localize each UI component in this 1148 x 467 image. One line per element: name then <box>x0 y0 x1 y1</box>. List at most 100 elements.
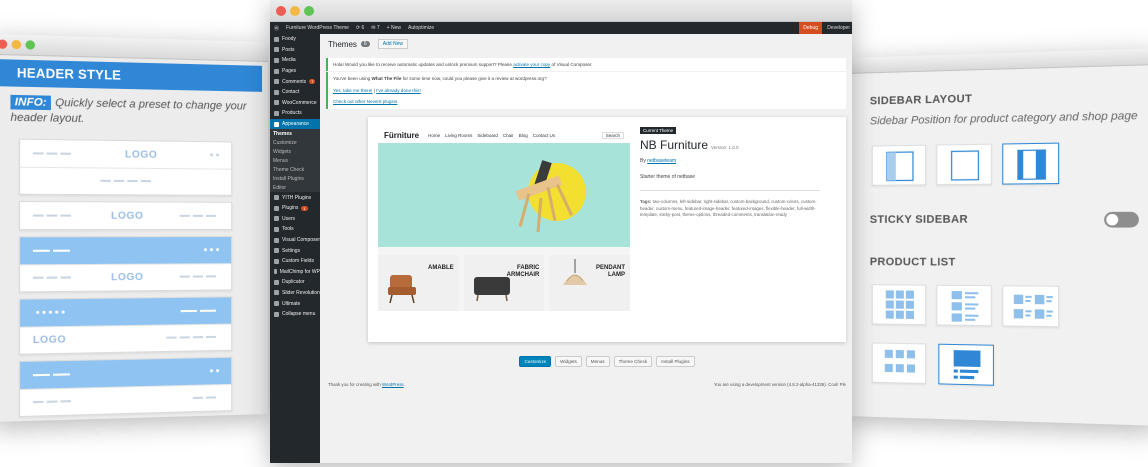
header-preset-5[interactable] <box>19 356 233 418</box>
menu-item-collapse[interactable]: Collapse menu <box>270 309 320 320</box>
header-preset-1[interactable]: LOGO <box>19 138 233 196</box>
icon-dots <box>201 241 220 259</box>
submenu-customize[interactable]: Customize <box>270 138 320 148</box>
add-new-button[interactable]: Add New <box>377 39 408 49</box>
footer-version: You are using a development version (4.8… <box>713 382 846 387</box>
wordpress-link[interactable]: WordPress <box>382 382 404 387</box>
plug-icon <box>274 205 279 211</box>
menu-item-visual-composer[interactable]: Visual Composer <box>270 235 320 246</box>
activate-copy-link[interactable]: activate your copy <box>513 62 550 67</box>
submenu-editor[interactable]: Editor <box>270 183 320 193</box>
submenu-theme-check[interactable]: Theme Check <box>270 165 320 175</box>
wp-logo-icon <box>274 36 279 42</box>
grid-layout-icon <box>885 290 914 319</box>
small-grid-layout-icon <box>884 349 915 373</box>
menu-item-mailchimp[interactable]: MailChimp for WP <box>270 267 320 278</box>
product-single-option[interactable] <box>938 343 994 386</box>
header-preset-6[interactable]: LOGO <box>19 417 233 423</box>
minimize-window-button[interactable] <box>290 5 300 16</box>
maximize-window-button[interactable] <box>25 40 36 50</box>
menu-item-woocommerce[interactable]: WooCommerce <box>270 98 320 109</box>
list-layout-icon <box>951 290 979 322</box>
submenu-widgets[interactable]: Widgets <box>270 147 320 157</box>
menu-item-pages[interactable]: Pages <box>270 66 320 77</box>
install-plugins-button[interactable]: Install Plugins <box>656 356 695 367</box>
menu-item-tools[interactable]: Tools <box>270 224 320 235</box>
product-small-grid-option[interactable] <box>871 342 927 385</box>
header-preset-3[interactable]: LOGO <box>19 236 233 293</box>
menus-button[interactable]: Menus <box>585 356 610 367</box>
other-plugins-link[interactable]: Check out other Never5 plugins <box>333 99 397 104</box>
fields-icon <box>274 258 279 264</box>
menu-item-custom-fields[interactable]: Custom Fields <box>270 256 320 267</box>
product-grid-list-option[interactable] <box>1002 285 1060 328</box>
page-icon <box>274 68 279 74</box>
updates-link[interactable]: ⟳ 6 <box>356 25 364 31</box>
menu-item-foody[interactable]: Foody <box>270 34 320 45</box>
menu-item-comments[interactable]: Comments 7 <box>270 76 320 87</box>
preview-search: Search <box>601 131 624 139</box>
page-title: Themes <box>328 39 357 49</box>
menu-item-media[interactable]: Media <box>270 55 320 66</box>
developer-link[interactable]: Developer <box>827 22 850 34</box>
logo-placeholder: LOGO <box>32 334 67 347</box>
debug-badge[interactable]: Debug <box>799 22 822 34</box>
author-link[interactable]: netbaseteam <box>647 158 676 164</box>
wp-logo-icon[interactable]: Ⓦ <box>274 25 279 32</box>
review-yes-link[interactable]: Yes, take me there! <box>333 88 372 93</box>
submenu-menus[interactable]: Menus <box>270 156 320 166</box>
theme-info: Current Theme NB Furniture Version: 1.0.0… <box>640 127 836 219</box>
header-preset-4[interactable]: LOGO <box>19 296 233 355</box>
new-content-link[interactable]: + New <box>387 25 401 31</box>
sticky-sidebar-toggle[interactable] <box>1104 211 1139 228</box>
menu-item-plugins[interactable]: Plugins 1 <box>270 203 320 214</box>
review-done-link[interactable]: I've already done this! <box>376 88 421 93</box>
theme-details: Fürniture Home Living Rooms Sideboard Ch… <box>368 117 846 342</box>
close-window-button[interactable] <box>0 39 8 49</box>
menu-item-products[interactable]: Products <box>270 108 320 119</box>
customize-button[interactable]: Customize <box>519 356 552 367</box>
sidebar-layout-window: SIDEBAR LAYOUT Sidebar Position for prod… <box>846 48 1148 426</box>
menu-item-ultimate[interactable]: Ultimate <box>270 298 320 309</box>
menu-item-yith[interactable]: YITH Plugins <box>270 192 320 203</box>
sidebar-right-option[interactable] <box>1002 142 1060 185</box>
logo-placeholder: LOGO <box>111 210 144 222</box>
preview-product-lamp: PENDANT LAMP <box>549 255 631 311</box>
minimize-window-button[interactable] <box>11 39 22 50</box>
preview-brand: Fürniture <box>384 130 420 140</box>
sidebar-none-option[interactable] <box>936 143 992 186</box>
menu-item-users[interactable]: Users <box>270 214 320 225</box>
site-name-link[interactable]: Furniture WordPress Theme <box>286 25 349 31</box>
autoptimize-link[interactable]: Autoptimize <box>408 25 434 31</box>
menu-item-contact[interactable]: Contact <box>270 87 320 98</box>
preview-products: AMABLE FABRIC ARMCHAIR PENDANT LAMP <box>378 255 631 311</box>
ultimate-icon <box>274 301 279 307</box>
submenu-themes[interactable]: Themes <box>270 129 320 139</box>
comments-link[interactable]: ✉ 7 <box>371 25 379 31</box>
preview-product-armchair: FABRIC ARMCHAIR <box>463 255 545 311</box>
menu-item-duplicator[interactable]: Duplicator <box>270 277 320 288</box>
submenu-install-plugins[interactable]: Install Plugins <box>270 174 320 184</box>
menu-item-appearance[interactable]: Appearance <box>270 118 320 130</box>
close-window-button[interactable] <box>276 5 286 16</box>
product-grid-option[interactable] <box>871 284 927 326</box>
menu-item-settings[interactable]: Settings <box>270 245 320 256</box>
review-notice: You've been using What The File for some… <box>326 72 846 109</box>
menu-dashes <box>32 392 74 412</box>
comments-count: 7 <box>309 79 316 85</box>
menu-item-slider-revolution[interactable]: Slider Revolution <box>270 288 320 299</box>
brush-icon <box>274 121 279 127</box>
armchair-image <box>388 275 416 304</box>
box-icon <box>274 110 279 116</box>
maximize-window-button[interactable] <box>304 5 314 16</box>
menu-dashes <box>100 172 154 191</box>
menu-item-posts[interactable]: Posts <box>270 45 320 56</box>
plugins-count: 1 <box>301 205 308 211</box>
product-list-option[interactable] <box>936 284 992 327</box>
theme-check-button[interactable]: Theme Check <box>613 356 653 367</box>
sidebar-left-option[interactable] <box>871 144 927 187</box>
header-preset-2[interactable]: LOGO <box>19 200 233 231</box>
widgets-button[interactable]: Widgets <box>555 356 582 367</box>
left-sidebar-icon <box>873 146 927 187</box>
icon-dots <box>207 362 220 380</box>
